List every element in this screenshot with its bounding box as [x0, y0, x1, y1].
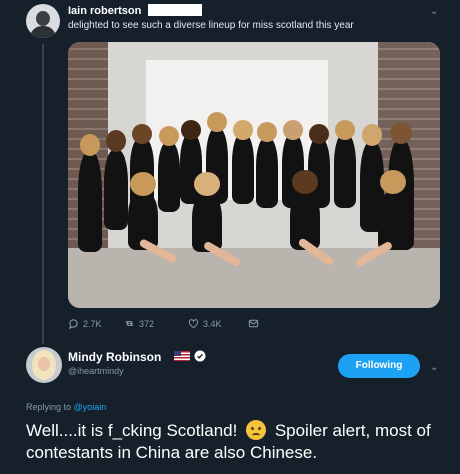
contestant-hair — [106, 130, 126, 152]
contestant — [78, 152, 102, 252]
contestant-hair — [380, 170, 406, 194]
thread-line — [42, 44, 44, 344]
contestant-hair — [390, 122, 412, 144]
author-handle[interactable]: @iheartmindy — [68, 366, 124, 376]
reply-count: 2.7K — [83, 318, 102, 329]
following-button[interactable]: Following — [338, 354, 420, 378]
contestant-hair — [80, 134, 100, 156]
contestant-hair — [292, 170, 318, 194]
avatar-face — [38, 357, 50, 371]
contestant — [256, 138, 278, 208]
contestant — [104, 150, 128, 230]
verified-badge-icon — [194, 350, 206, 362]
like-count: 3.4K — [203, 318, 222, 329]
chevron-down-icon[interactable]: ⌄ — [430, 362, 438, 373]
message-button[interactable] — [248, 318, 259, 329]
photo-floor — [68, 248, 440, 308]
us-flag-icon — [174, 351, 190, 361]
author-name[interactable]: Mindy Robinson — [68, 350, 161, 364]
replying-to: Replying to @yoiain — [26, 402, 106, 412]
contestant-hair — [233, 120, 253, 140]
reply-button[interactable]: 2.7K — [68, 318, 102, 329]
contestant-hair — [159, 126, 179, 146]
contestant — [158, 142, 180, 212]
replying-to-link[interactable]: @yoiain — [74, 402, 107, 412]
retweet-count: 372 — [139, 318, 155, 329]
retweet-button[interactable]: 372 — [124, 318, 154, 329]
contestant-hair — [194, 172, 220, 196]
contestant-hair — [132, 124, 152, 144]
contestant-hair — [309, 124, 329, 144]
reply-icon — [68, 319, 78, 329]
retweet-icon — [125, 321, 134, 326]
replying-prefix: Replying to — [26, 402, 72, 412]
contestant-hair — [181, 120, 201, 140]
contestant-hair — [207, 112, 227, 132]
tweet-text: delighted to see such a diverse lineup f… — [68, 20, 354, 31]
reply-text-part1: Well....it is f_cking Scotland! — [26, 421, 238, 440]
contestant-hair — [335, 120, 355, 140]
contestant — [334, 134, 356, 208]
avatar-body — [30, 26, 56, 38]
heart-icon — [188, 319, 199, 329]
contestant-hair — [257, 122, 277, 142]
author-name[interactable]: Iain robertson — [68, 5, 141, 17]
avatar[interactable] — [26, 4, 60, 38]
avatar[interactable] — [26, 347, 62, 383]
contestant-hair — [283, 120, 303, 140]
envelope-icon — [248, 319, 259, 328]
tweet-actions: 2.7K 372 3.4K — [68, 318, 288, 334]
avatar-head — [36, 11, 50, 26]
contestant-hair — [362, 124, 382, 146]
contestant — [232, 134, 254, 204]
tweet-photo[interactable] — [68, 42, 440, 308]
chevron-down-icon[interactable]: ⌄ — [430, 6, 438, 17]
confused-face-icon — [246, 420, 267, 440]
like-button[interactable]: 3.4K — [188, 318, 222, 329]
contestant-hair — [130, 172, 156, 196]
redaction-bar — [148, 4, 202, 16]
contestant — [378, 192, 408, 250]
tweet-text: Well....it is f_cking Scotland! Spoiler … — [26, 420, 452, 464]
